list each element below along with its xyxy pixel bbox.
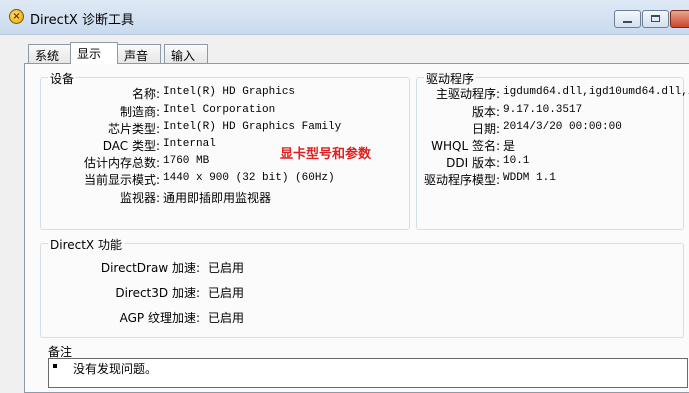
- device-key: 芯片类型:: [107, 122, 160, 136]
- device-value: Intel(R) HD Graphics Family: [163, 121, 342, 133]
- directx-key: DirectDraw 加速:: [100, 261, 200, 275]
- driver-value: igdumd64.dll,igd10umd64.dll,ig: [503, 86, 689, 98]
- directx-icon: ×: [9, 9, 24, 24]
- directx-value: 已启用: [208, 286, 245, 300]
- driver-key: DDI 版本:: [446, 156, 500, 170]
- maximize-icon: [651, 15, 660, 22]
- tab-system[interactable]: 系统: [28, 44, 71, 63]
- device-key: 估计内存总数:: [83, 156, 160, 170]
- window-title: DirectX 诊断工具: [30, 13, 134, 28]
- directx-key: AGP 纹理加速:: [119, 311, 200, 325]
- notes-box[interactable]: 没有发现问题。: [48, 358, 688, 388]
- device-value: Intel Corporation: [163, 104, 276, 116]
- note-item: 没有发现问题。: [73, 362, 158, 376]
- tab-input[interactable]: 输入: [164, 44, 208, 63]
- device-key: 制造商:: [119, 105, 160, 119]
- directx-value: 已启用: [208, 261, 245, 275]
- directx-legend: DirectX 功能: [48, 236, 124, 253]
- bullet-icon: [53, 364, 57, 368]
- red-annotation: 显卡型号和参数: [280, 147, 372, 162]
- driver-value: 9.17.10.3517: [503, 104, 583, 116]
- minimize-icon: [623, 21, 632, 23]
- driver-key: WHQL 签名:: [431, 139, 500, 153]
- directx-key: Direct3D 加速:: [115, 286, 200, 300]
- driver-value: 是: [503, 139, 516, 153]
- device-value: 1440 x 900 (32 bit) (60Hz): [163, 172, 335, 184]
- device-key: 名称:: [131, 87, 160, 101]
- driver-key: 日期:: [471, 122, 500, 136]
- device-value: Intel(R) HD Graphics: [163, 86, 296, 98]
- minimize-button[interactable]: [614, 10, 641, 28]
- close-button[interactable]: [670, 10, 689, 28]
- driver-key: 主驱动程序:: [435, 87, 500, 101]
- driver-key: 驱动程序模型:: [423, 173, 500, 187]
- device-key: 当前显示模式:: [83, 173, 160, 187]
- title-bar: × DirectX 诊断工具: [0, 0, 689, 35]
- device-key: DAC 类型:: [102, 139, 160, 153]
- tab-sound[interactable]: 声音: [117, 44, 161, 63]
- driver-key: 版本:: [471, 105, 500, 119]
- tab-display[interactable]: 显示: [70, 42, 118, 64]
- device-value: Internal: [163, 138, 216, 150]
- device-value: 通用即插即用监视器: [163, 191, 272, 205]
- driver-value: 10.1: [503, 155, 530, 167]
- maximize-button[interactable]: [642, 10, 669, 28]
- device-value: 1760 MB: [163, 155, 210, 167]
- driver-value: 2014/3/20 00:00:00: [503, 121, 622, 133]
- device-key: 监视器:: [119, 191, 160, 205]
- driver-value: WDDM 1.1: [503, 172, 556, 184]
- directx-value: 已启用: [208, 311, 245, 325]
